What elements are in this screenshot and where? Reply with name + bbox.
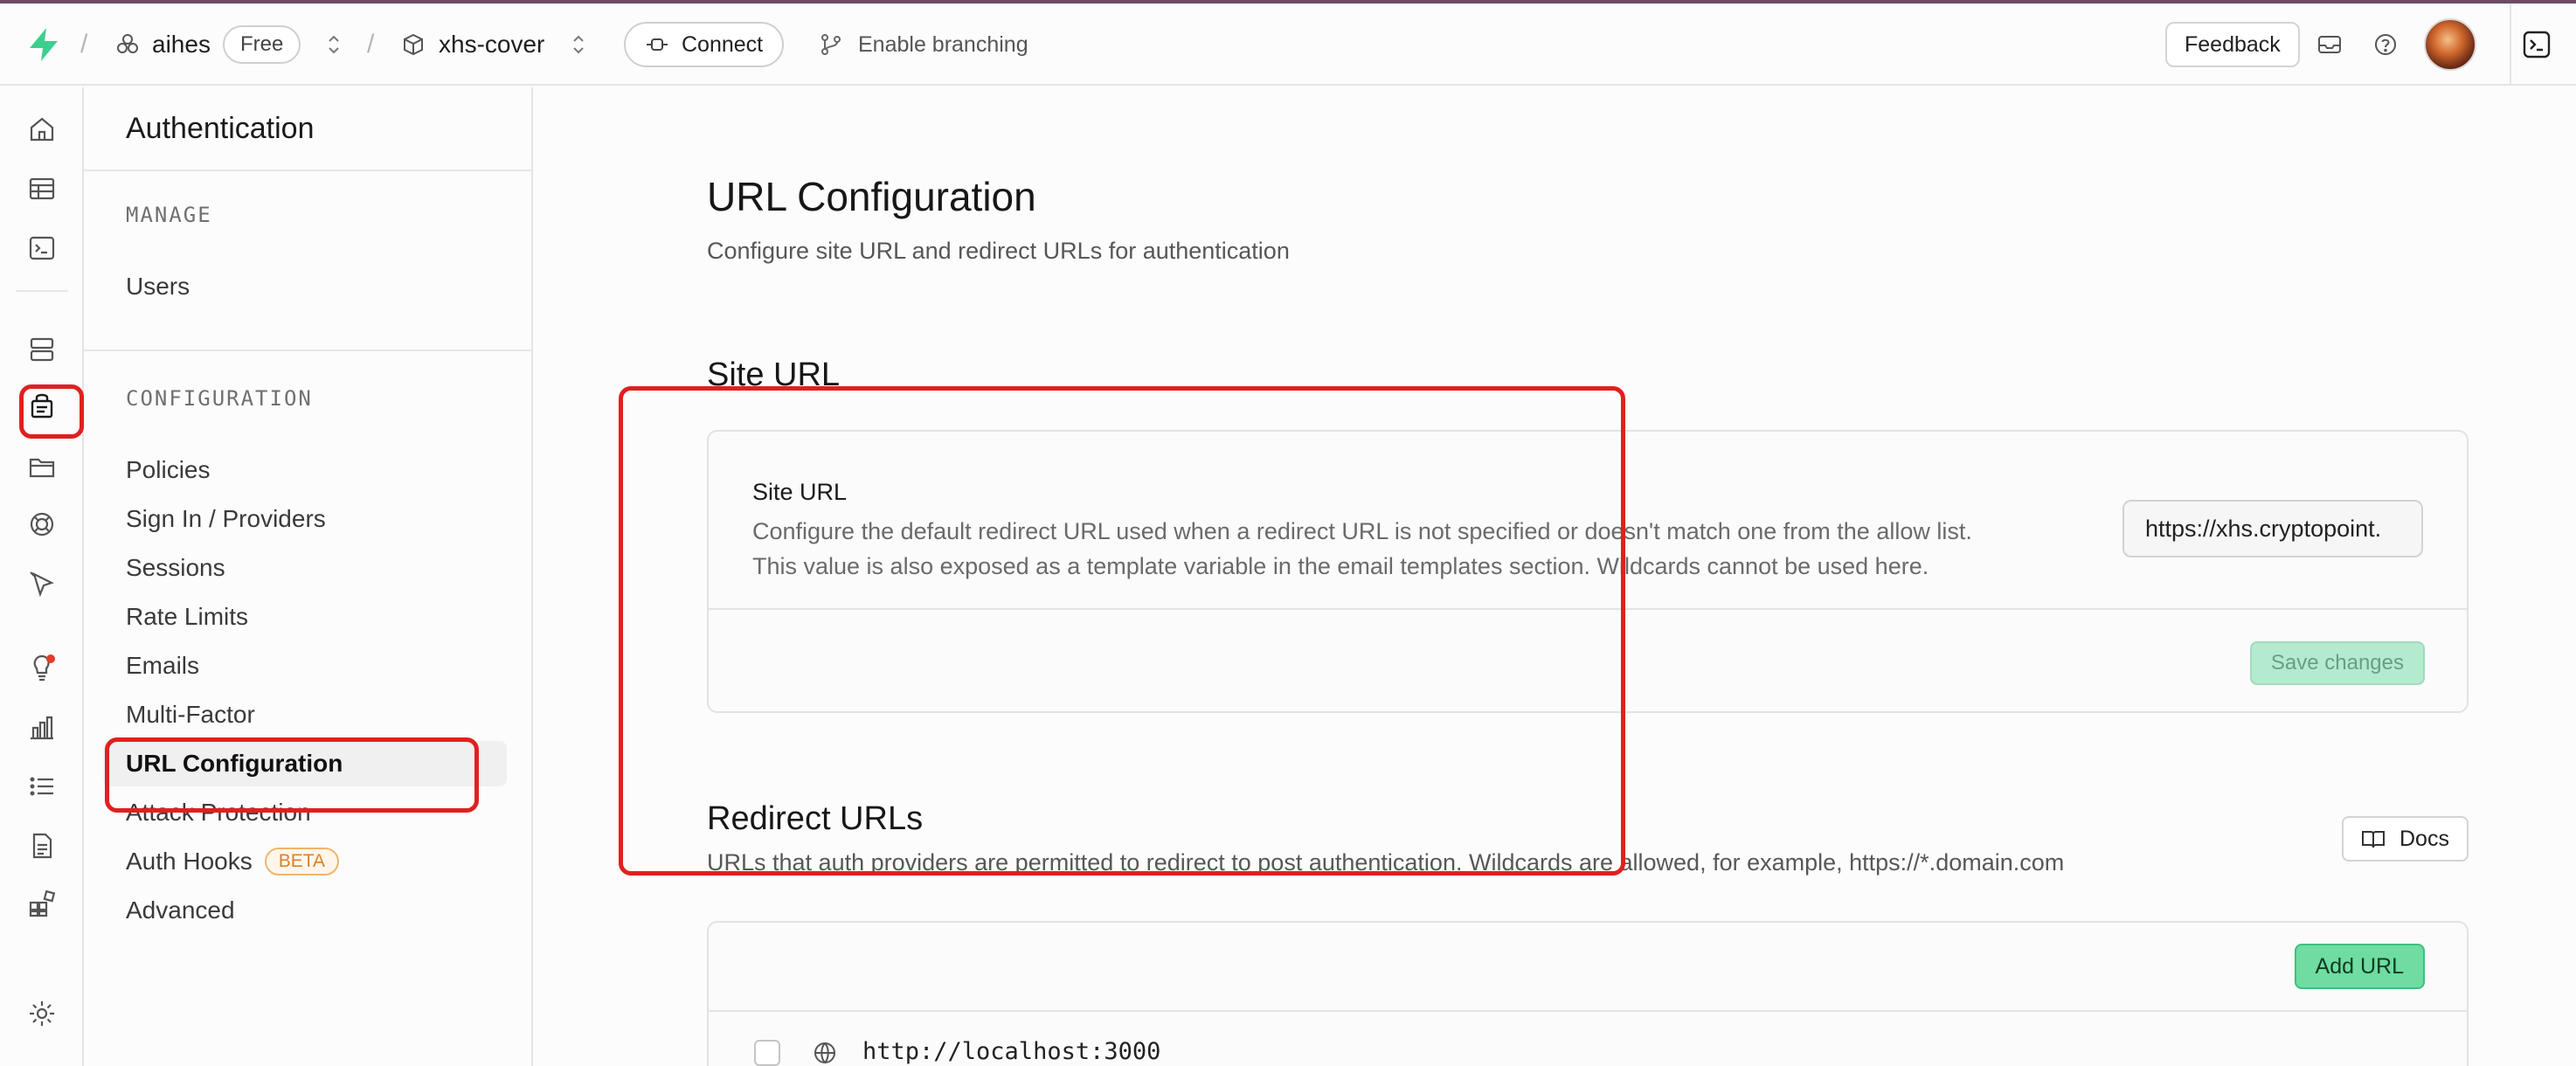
supabase-logo-icon[interactable] [26, 3, 61, 86]
org-switcher[interactable]: aihes Free [115, 3, 301, 86]
project-box-icon [404, 33, 423, 56]
command-terminal-button[interactable] [2510, 3, 2562, 86]
annotation-box-site-url [619, 386, 1625, 876]
api-docs-icon[interactable] [24, 828, 59, 863]
save-changes-button[interactable]: Save changes [2249, 641, 2425, 685]
rail-divider [16, 290, 68, 292]
redirect-url-checkbox[interactable] [754, 1040, 780, 1066]
book-icon [2362, 831, 2385, 848]
top-bar: / aihes Free / xhs-cover Connect Enable … [0, 3, 2576, 86]
project-name: xhs-cover [439, 31, 545, 58]
sidebar-item-emails[interactable]: Emails [126, 652, 199, 680]
sidebar-item-auth-hooks[interactable]: Auth Hooks BETA [126, 848, 340, 876]
breadcrumb-separator: / [80, 30, 88, 59]
plan-badge: Free [222, 25, 301, 64]
integrations-icon[interactable] [24, 886, 59, 921]
manage-heading: MANAGE [126, 203, 212, 227]
annotation-box-url-config-item [105, 737, 479, 813]
sidebar-item-sign-in-providers[interactable]: Sign In / Providers [126, 505, 326, 533]
edge-functions-icon[interactable] [24, 566, 59, 601]
redirect-url-value: http://localhost:3000 [862, 1038, 1161, 1065]
database-icon[interactable] [24, 332, 59, 367]
org-chevron-updown-icon[interactable] [325, 3, 343, 86]
feedback-button[interactable]: Feedback [2165, 22, 2300, 67]
advisors-icon[interactable] [24, 650, 59, 685]
add-url-button[interactable]: Add URL [2294, 944, 2425, 989]
plug-icon [647, 38, 668, 51]
redirect-urls-card: Add URL http://localhost:3000 [707, 921, 2469, 1066]
help-icon[interactable] [2373, 3, 2398, 86]
storage-icon[interactable] [24, 449, 59, 484]
page-title: URL Configuration [707, 174, 1036, 219]
logs-icon[interactable] [24, 769, 59, 804]
breadcrumb-separator: / [367, 30, 375, 59]
sidebar-item-advanced[interactable]: Advanced [126, 896, 235, 924]
sidebar-divider [84, 350, 531, 351]
sidebar-item-policies[interactable]: Policies [126, 456, 210, 484]
sidebar-divider [84, 170, 531, 171]
sidebar-item-rate-limits[interactable]: Rate Limits [126, 603, 248, 631]
project-switcher[interactable]: xhs-cover [402, 3, 544, 86]
globe-icon [812, 1040, 838, 1066]
sql-editor-icon[interactable] [24, 231, 59, 266]
sidebar-item-multi-factor[interactable]: Multi-Factor [126, 701, 255, 729]
enable-branching-link[interactable]: Enable branching [820, 3, 1028, 86]
settings-gear-icon[interactable] [24, 996, 59, 1031]
terminal-icon [2523, 31, 2551, 59]
project-chevron-updown-icon[interactable] [570, 3, 587, 86]
user-avatar[interactable] [2424, 18, 2476, 71]
card-divider [709, 1010, 2467, 1012]
nav-rail [0, 87, 84, 1066]
sidebar-item-users[interactable]: Users [126, 273, 190, 301]
realtime-icon[interactable] [24, 507, 59, 542]
reports-icon[interactable] [24, 710, 59, 744]
docs-button[interactable]: Docs [2342, 816, 2469, 862]
annotation-box-auth-icon [19, 384, 84, 439]
sidebar-item-label: Auth Hooks [126, 848, 253, 875]
org-name: aihes [152, 31, 211, 58]
organization-icon [117, 34, 138, 53]
beta-badge: BETA [264, 848, 340, 876]
auth-sidebar: Authentication MANAGE Users CONFIGURATIO… [84, 87, 533, 1066]
site-url-input[interactable]: https://xhs.cryptopoint. [2122, 500, 2423, 557]
page-subtitle: Configure site URL and redirect URLs for… [707, 238, 1290, 264]
configuration-heading: CONFIGURATION [126, 386, 313, 411]
table-editor-icon[interactable] [24, 171, 59, 206]
git-branch-icon [821, 34, 841, 55]
sidebar-item-sessions[interactable]: Sessions [126, 554, 225, 582]
inbox-icon[interactable] [2317, 3, 2342, 86]
sidebar-title: Authentication [126, 112, 315, 145]
home-icon[interactable] [24, 112, 59, 147]
connect-button[interactable]: Connect [624, 22, 785, 67]
